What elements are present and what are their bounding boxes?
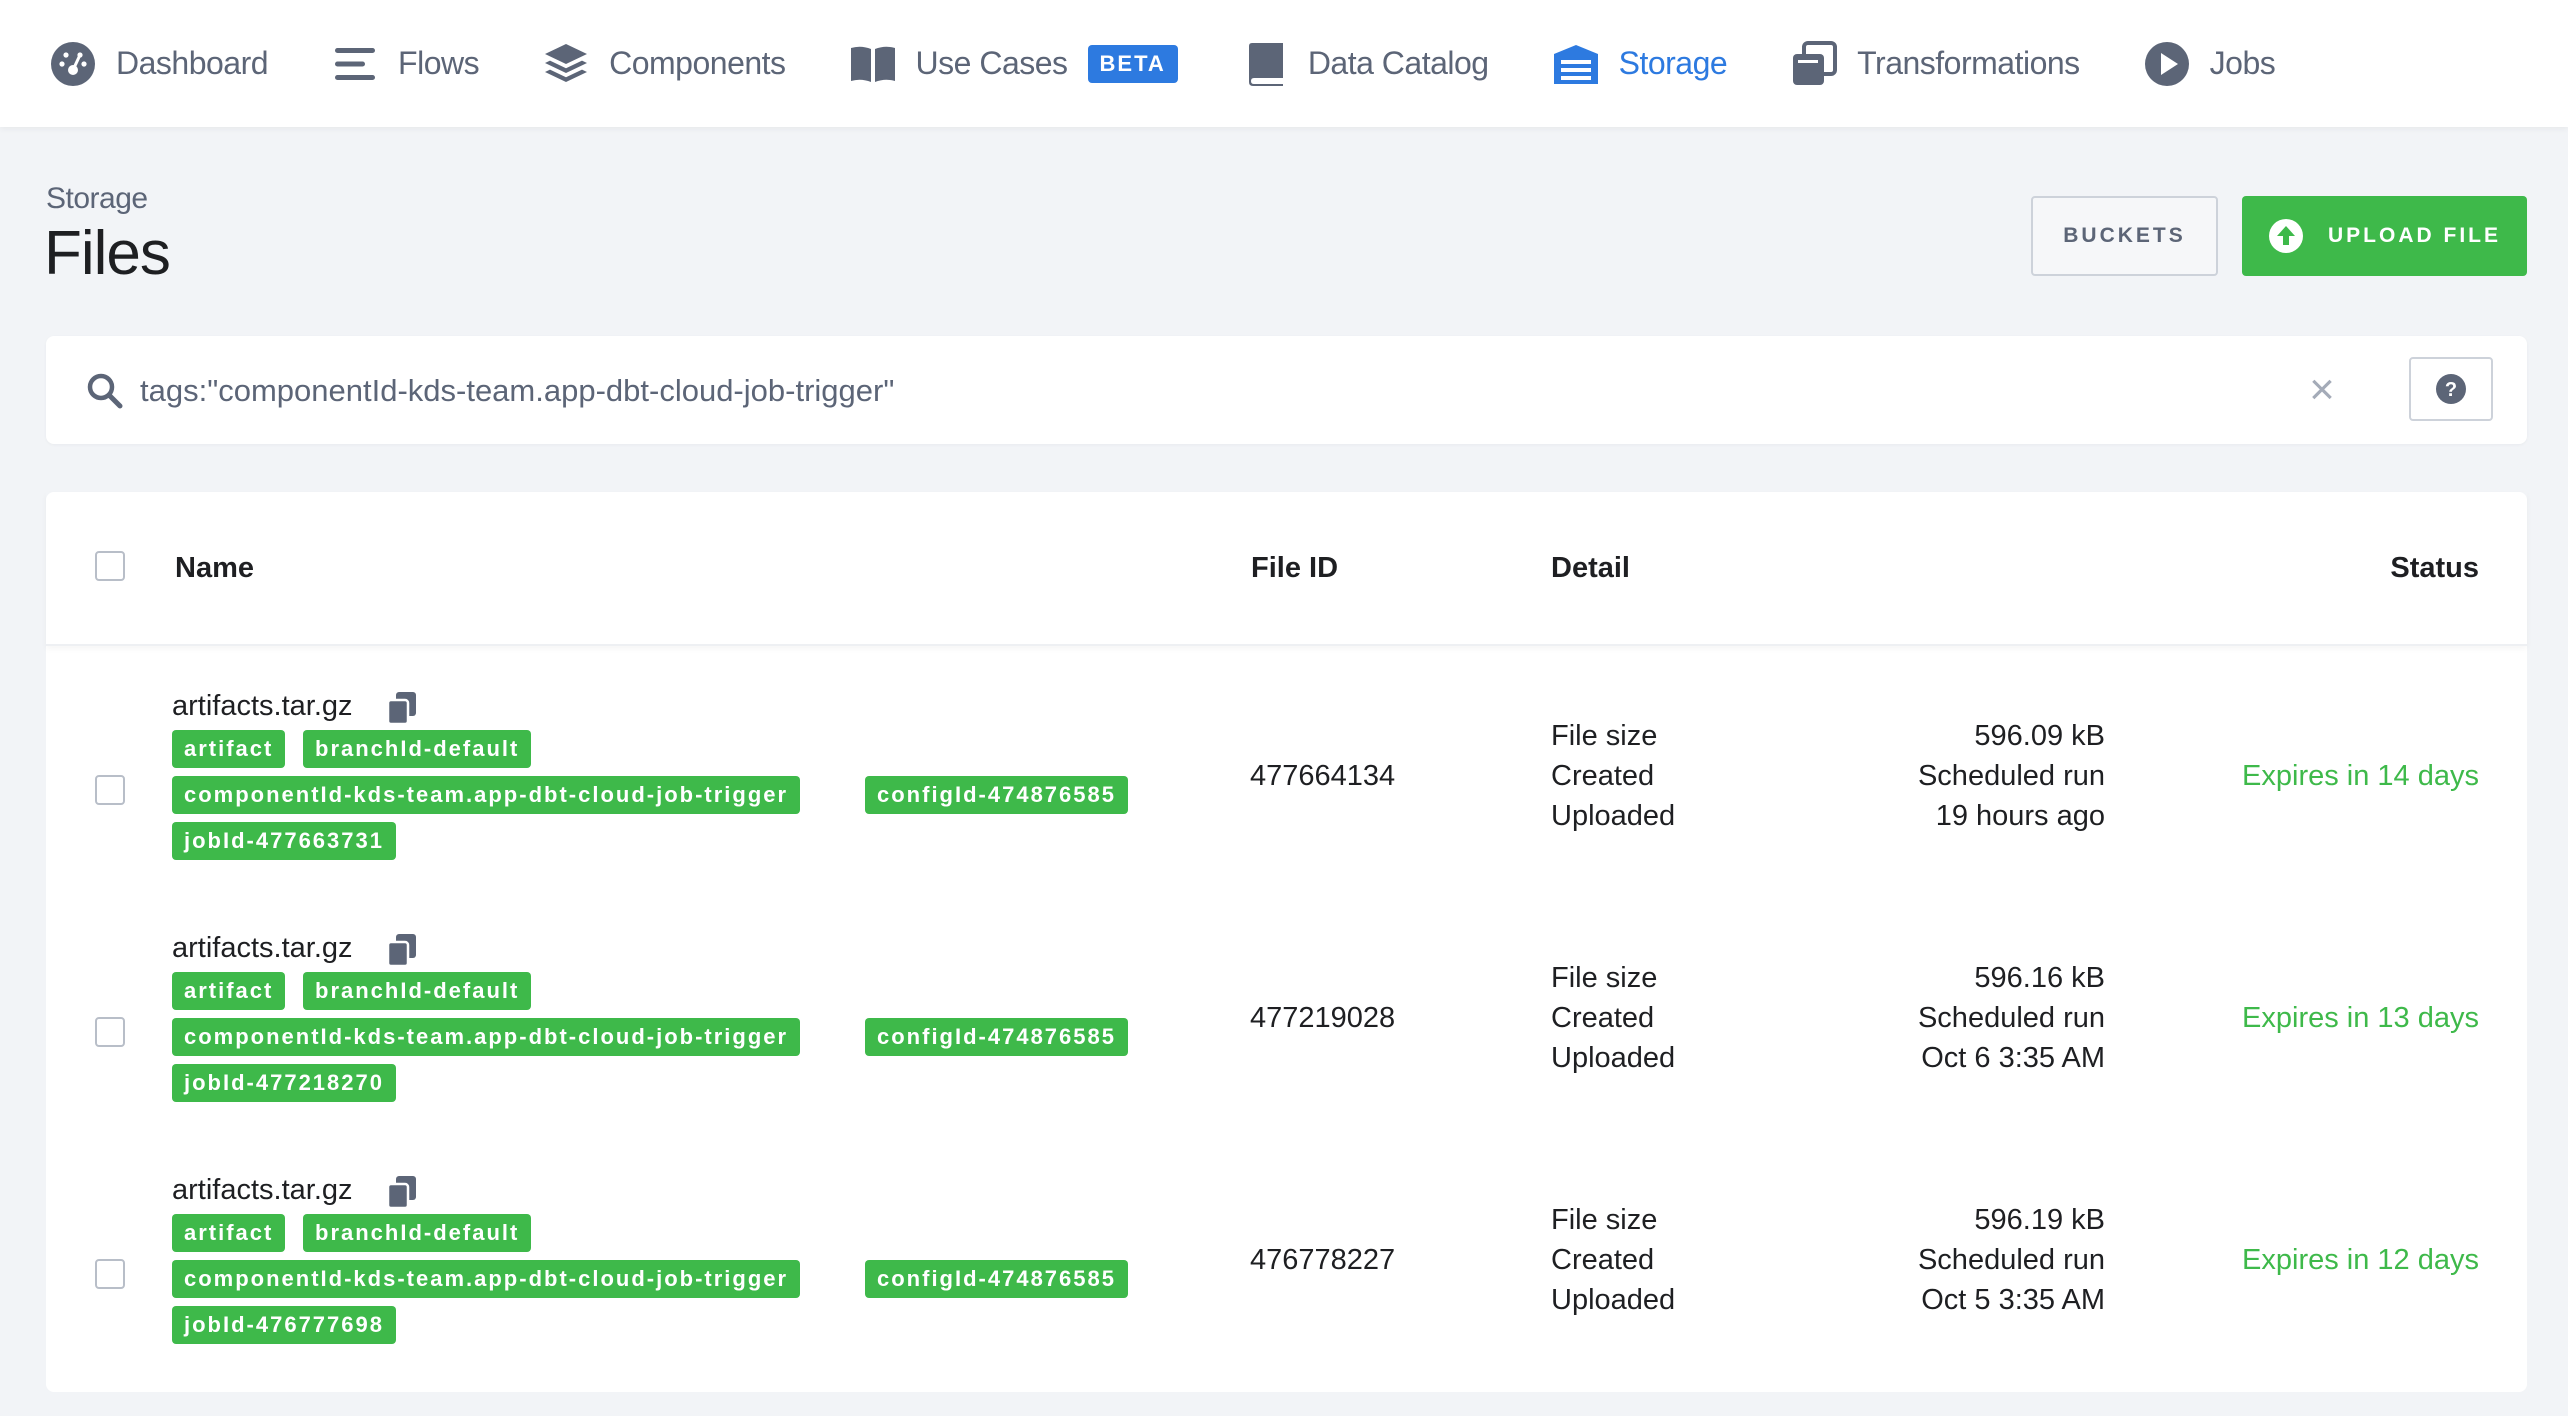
column-header-status: Status (2390, 552, 2479, 584)
tag-badge[interactable]: artifact (172, 972, 286, 1010)
detail-value-file-size: 596.09 kB (1974, 720, 2105, 752)
nav-item-storage[interactable]: Storage (1551, 39, 1728, 89)
detail-label-uploaded: Uploaded (1551, 1042, 1676, 1074)
buckets-button-label: BUCKETS (2063, 224, 2186, 247)
nav-label-transformations: Transformations (1857, 45, 2080, 81)
tag-badge[interactable]: branchId-default (303, 730, 532, 768)
search-input[interactable] (138, 360, 2292, 422)
storage-icon (1551, 39, 1601, 89)
row-checkbox[interactable] (95, 1017, 125, 1047)
detail-value-file-size: 596.16 kB (1974, 962, 2105, 994)
tag-badge[interactable]: componentId-kds-team.app-dbt-cloud-job-t… (172, 776, 801, 814)
detail-value-uploaded: Oct 6 3:35 AM (1921, 1042, 2105, 1074)
expiry-status: Expires in 12 days (2242, 1244, 2479, 1276)
row-checkbox[interactable] (95, 775, 125, 805)
nav-item-jobs[interactable]: Jobs (2142, 39, 2276, 89)
expiry-status: Expires in 14 days (2242, 760, 2479, 792)
nav-label-flows: Flows (398, 45, 480, 81)
tag-badge[interactable]: configId-474876585 (865, 776, 1128, 814)
nav-label-components: Components (609, 45, 786, 81)
column-header-file-id[interactable]: File ID (1251, 552, 1338, 585)
search-bar: × ? (46, 336, 2527, 444)
nav-label-data-catalog: Data Catalog (1307, 45, 1489, 81)
nav-item-dashboard[interactable]: Dashboard (48, 39, 269, 89)
detail-label-created: Created (1551, 1244, 1655, 1276)
nav-item-components[interactable]: Components (541, 39, 786, 89)
expiry-status: Expires in 13 days (2242, 1002, 2479, 1034)
data-catalog-icon (1240, 39, 1290, 89)
upload-arrow-icon (2269, 219, 2303, 253)
file-id: 476778227 (1250, 1244, 1396, 1276)
page-title: Files (44, 219, 171, 288)
file-id: 477664134 (1250, 760, 1396, 792)
nav-label-use-cases: Use Cases (915, 45, 1069, 81)
upload-file-button-label: UPLOAD FILE (2328, 224, 2501, 247)
table-row[interactable]: artifacts.tar.gz artifact branchId-defau… (46, 1174, 2527, 1416)
beta-badge: BETA (1087, 44, 1178, 83)
flows-icon (330, 39, 380, 89)
use-cases-icon (848, 39, 898, 89)
column-header-name[interactable]: Name (175, 552, 254, 585)
table-row[interactable]: artifacts.tar.gz artifact branchId-defau… (46, 932, 2527, 1174)
question-circle-icon: ? (2436, 374, 2466, 404)
nav-item-flows[interactable]: Flows (330, 39, 480, 89)
nav-label-storage: Storage (1618, 45, 1728, 81)
tag-badge[interactable]: branchId-default (303, 972, 532, 1010)
file-id: 477219028 (1250, 1002, 1396, 1034)
nav-item-use-cases[interactable]: Use Cases BETA (848, 39, 1178, 89)
detail-value-created: Scheduled run (1917, 1002, 2105, 1034)
tag-badge[interactable]: jobId-476777698 (172, 1306, 396, 1344)
detail-label-created: Created (1551, 760, 1655, 792)
transformations-icon (1789, 39, 1839, 89)
table-header: Name File ID Detail Status (46, 492, 2527, 646)
copy-icon[interactable] (384, 1174, 420, 1210)
files-table: Name File ID Detail Status artifacts.tar… (46, 492, 2527, 1392)
tag-badge[interactable]: configId-474876585 (865, 1018, 1128, 1056)
table-row[interactable]: artifacts.tar.gz artifact branchId-defau… (46, 690, 2527, 932)
tag-badge[interactable]: jobId-477663731 (172, 822, 396, 860)
buckets-button[interactable]: BUCKETS (2031, 196, 2218, 276)
row-checkbox[interactable] (95, 1259, 125, 1289)
tag-badge[interactable]: artifact (172, 730, 286, 768)
nav-item-transformations[interactable]: Transformations (1789, 39, 2080, 89)
file-name[interactable]: artifacts.tar.gz (172, 690, 353, 723)
nav-label-dashboard: Dashboard (116, 45, 269, 81)
detail-label-uploaded: Uploaded (1551, 1284, 1676, 1316)
detail-value-created: Scheduled run (1917, 1244, 2105, 1276)
detail-value-file-size: 596.19 kB (1974, 1204, 2105, 1236)
detail-label-file-size: File size (1551, 720, 1658, 752)
tag-badge[interactable]: componentId-kds-team.app-dbt-cloud-job-t… (172, 1260, 801, 1298)
detail-label-uploaded: Uploaded (1551, 800, 1676, 832)
tag-badge[interactable]: jobId-477218270 (172, 1064, 396, 1102)
tag-badge[interactable]: branchId-default (303, 1214, 532, 1252)
file-name[interactable]: artifacts.tar.gz (172, 932, 353, 965)
select-all-checkbox[interactable] (95, 551, 125, 581)
breadcrumb[interactable]: Storage (46, 182, 148, 216)
upload-file-button[interactable]: UPLOAD FILE (2242, 196, 2527, 276)
detail-label-file-size: File size (1551, 1204, 1658, 1236)
clear-search-icon[interactable]: × (2302, 368, 2342, 412)
nav-label-jobs: Jobs (2209, 45, 2276, 81)
column-header-detail: Detail (1551, 552, 1630, 584)
copy-icon[interactable] (384, 690, 420, 726)
top-navigation: Dashboard Flows Components Use Cases BET… (0, 0, 2568, 127)
nav-item-data-catalog[interactable]: Data Catalog (1240, 39, 1489, 89)
dashboard-icon (48, 39, 98, 89)
copy-icon[interactable] (384, 932, 420, 968)
file-name[interactable]: artifacts.tar.gz (172, 1174, 353, 1207)
tag-badge[interactable]: artifact (172, 1214, 286, 1252)
svg-text:?: ? (2445, 379, 2457, 401)
search-icon (87, 373, 123, 409)
jobs-icon (2142, 39, 2192, 89)
tag-badge[interactable]: componentId-kds-team.app-dbt-cloud-job-t… (172, 1018, 801, 1056)
detail-label-file-size: File size (1551, 962, 1658, 994)
detail-label-created: Created (1551, 1002, 1655, 1034)
search-help-button[interactable]: ? (2409, 357, 2493, 421)
detail-value-uploaded: Oct 5 3:35 AM (1921, 1284, 2105, 1316)
tag-badge[interactable]: configId-474876585 (865, 1260, 1128, 1298)
components-icon (541, 39, 591, 89)
detail-value-created: Scheduled run (1917, 760, 2105, 792)
detail-value-uploaded: 19 hours ago (1935, 800, 2105, 832)
